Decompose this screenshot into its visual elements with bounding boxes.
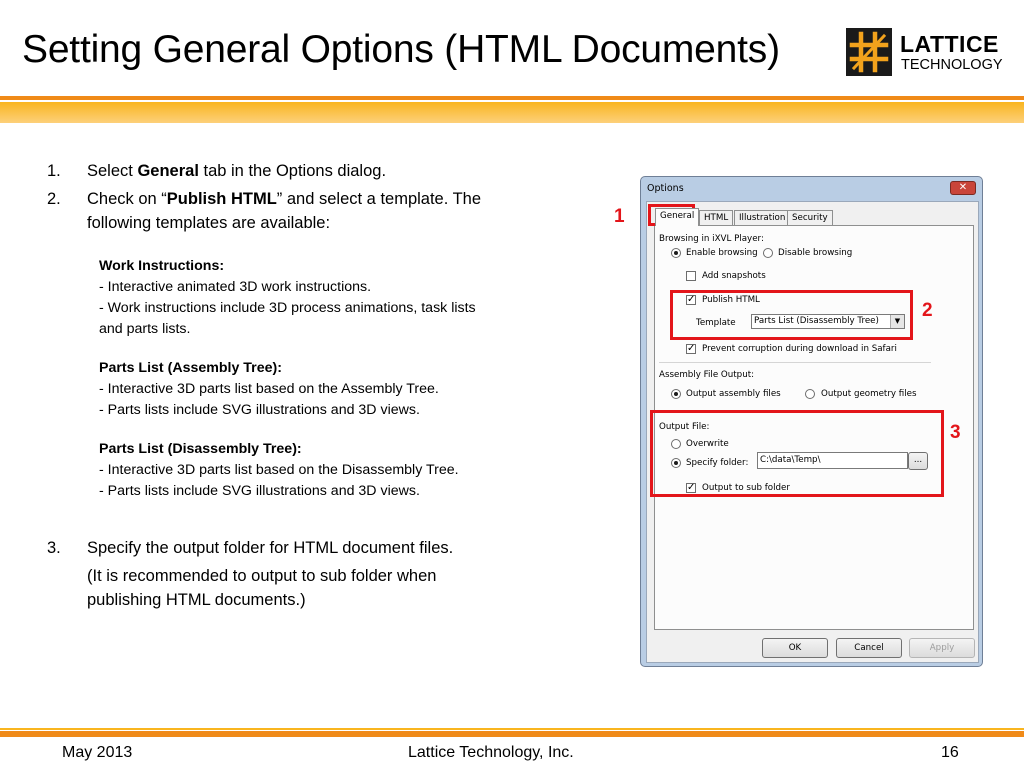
tab-security[interactable]: Security <box>787 210 833 226</box>
output-geometry-radio[interactable] <box>805 389 815 399</box>
template-title: Work Instructions: <box>99 258 225 274</box>
output-assembly-radio[interactable] <box>671 389 681 399</box>
assembly-output-label: Assembly File Output: <box>659 370 755 380</box>
tab-illustration[interactable]: Illustration <box>734 210 791 226</box>
step-text-part: tab in the Options dialog. <box>198 162 387 180</box>
slide-title: Setting General Options (HTML Documents) <box>22 28 780 71</box>
template-assembly-tree: Parts List (Assembly Tree): - Interactiv… <box>99 358 439 421</box>
template-line: - Interactive animated 3D work instructi… <box>99 279 372 295</box>
separator <box>659 362 931 363</box>
template-line: and parts lists. <box>99 321 191 337</box>
header-accent-band <box>0 96 1024 123</box>
callout-box-output-file <box>650 410 944 497</box>
step-number: 1. <box>47 162 61 180</box>
step-text-part: Check on “ <box>87 190 167 208</box>
callout-number: 2 <box>922 300 933 321</box>
ok-button[interactable]: OK <box>762 638 828 658</box>
apply-button[interactable]: Apply <box>909 638 975 658</box>
footer-accent-band <box>0 728 1024 737</box>
template-line: - Interactive 3D parts list based on the… <box>99 462 459 478</box>
step-text-part: Select <box>87 162 138 180</box>
logo-text-technology: TECHNOLOGY <box>901 57 1003 73</box>
step-text: Specify the output folder for HTML docum… <box>87 539 454 557</box>
tab-general[interactable]: General <box>655 208 700 226</box>
template-disassembly-tree: Parts List (Disassembly Tree): - Interac… <box>99 439 459 502</box>
footer-company: Lattice Technology, Inc. <box>408 744 574 761</box>
output-assembly-label[interactable]: Output assembly files <box>686 389 781 399</box>
close-icon[interactable]: ✕ <box>950 181 976 195</box>
prevent-corruption-label[interactable]: Prevent corruption during download in Sa… <box>702 344 897 354</box>
step-2-line2: following templates are available: <box>87 214 331 232</box>
template-title: Parts List (Assembly Tree): <box>99 360 282 376</box>
logo-text-lattice: LATTICE <box>900 31 999 57</box>
step-3-note-line2: publishing HTML documents.) <box>87 591 306 609</box>
step-text-part: ” and select a template. The <box>276 190 482 208</box>
step-text-bold: Publish HTML <box>166 190 277 208</box>
add-snapshots-label[interactable]: Add snapshots <box>702 271 766 281</box>
enable-browsing-radio[interactable] <box>671 248 681 258</box>
template-work-instructions: Work Instructions: - Interactive animate… <box>99 256 476 340</box>
step-text: Select General tab in the Options dialog… <box>87 159 386 183</box>
callout-number: 3 <box>950 422 961 443</box>
tab-html[interactable]: HTML <box>699 210 734 226</box>
disable-browsing-radio[interactable] <box>763 248 773 258</box>
template-line: - Parts lists include SVG illustrations … <box>99 402 420 418</box>
browsing-group-label: Browsing in iXVL Player: <box>659 234 764 244</box>
footer-date: May 2013 <box>62 744 133 761</box>
callout-number: 1 <box>614 206 625 227</box>
lattice-logo: LATTICE TECHNOLOGY <box>846 28 1003 78</box>
cancel-button[interactable]: Cancel <box>836 638 902 658</box>
prevent-corruption-checkbox[interactable]: ✓ <box>686 344 696 354</box>
dialog-title: Options <box>647 183 684 194</box>
footer-page-number: 16 <box>941 744 959 761</box>
enable-browsing-label[interactable]: Enable browsing <box>686 248 758 258</box>
template-line: - Interactive 3D parts list based on the… <box>99 381 439 397</box>
step-text: Check on “Publish HTML” and select a tem… <box>87 187 481 211</box>
step-number: 3. <box>47 539 61 557</box>
template-title: Parts List (Disassembly Tree): <box>99 441 302 457</box>
template-line: - Parts lists include SVG illustrations … <box>99 483 420 499</box>
output-geometry-label[interactable]: Output geometry files <box>821 389 917 399</box>
step-3-note-line1: (It is recommended to output to sub fold… <box>87 567 437 585</box>
add-snapshots-checkbox[interactable] <box>686 271 696 281</box>
callout-box-publish-html <box>670 290 913 340</box>
step-number: 2. <box>47 190 61 208</box>
lattice-logo-icon <box>846 28 892 76</box>
disable-browsing-label[interactable]: Disable browsing <box>778 248 852 258</box>
step-text-bold: General <box>137 162 199 180</box>
template-line: - Work instructions include 3D process a… <box>99 300 476 316</box>
